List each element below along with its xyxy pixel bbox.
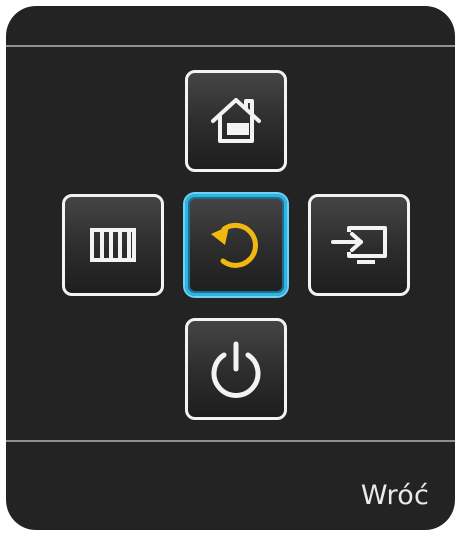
- return-button[interactable]: [185, 194, 287, 296]
- bottom-divider: [6, 440, 455, 442]
- selected-function-label: Wróć: [360, 480, 429, 511]
- home-icon: [211, 98, 261, 143]
- menu-icon: [90, 228, 136, 262]
- return-icon: [211, 222, 258, 268]
- top-divider: [6, 45, 455, 47]
- source-icon: [331, 226, 387, 264]
- power-icon: [211, 341, 261, 398]
- source-button[interactable]: [308, 194, 410, 296]
- home-button[interactable]: [185, 70, 287, 172]
- remote-control-panel: Wróć: [6, 6, 455, 530]
- power-button[interactable]: [185, 318, 287, 420]
- menu-button[interactable]: [62, 194, 164, 296]
